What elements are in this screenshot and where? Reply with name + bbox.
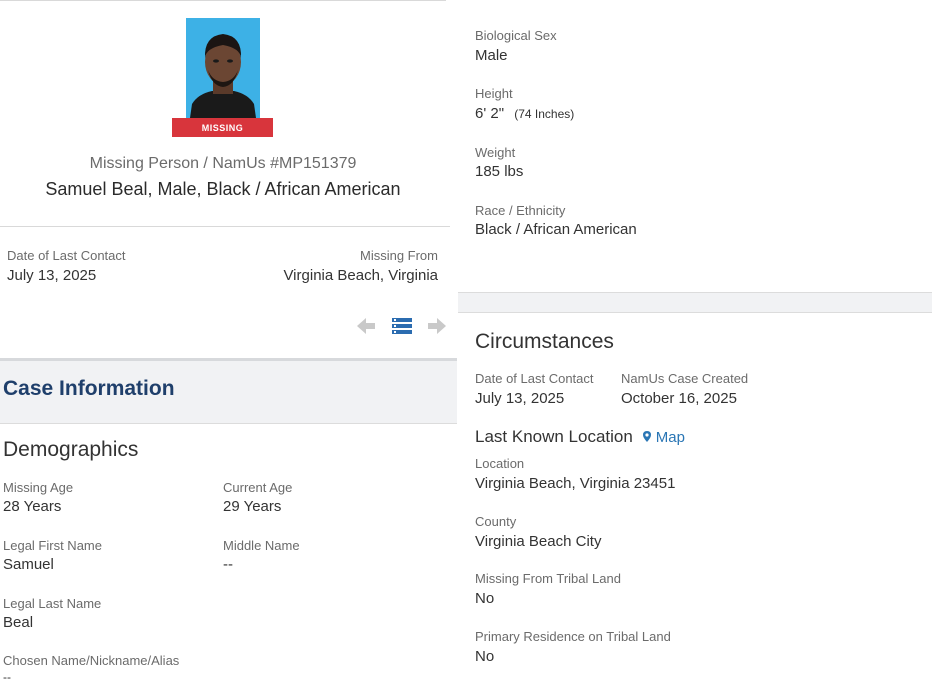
middle-name-value: -- [223,556,233,573]
profile-divider [0,226,450,227]
case-created-value: October 16, 2025 [621,390,737,407]
case-information-title: Case Information [3,377,175,400]
county-value: Virginia Beach City [475,533,602,550]
circumstances-title: Circumstances [475,330,614,353]
right-panel: Biological Sex Male Height 6' 2" (74 Inc… [458,0,932,685]
map-link-label[interactable]: Map [656,429,685,446]
missing-age-value: 28 Years [3,498,62,515]
county-label: County [475,514,517,529]
arrow-left-icon[interactable] [357,318,375,334]
missing-from-value: Virginia Beach, Virginia [283,267,438,284]
tribal-land-label: Missing From Tribal Land [475,571,621,586]
circ-last-contact-value: July 13, 2025 [475,390,565,407]
weight-value: 185 lbs [475,163,524,180]
section-gap [458,292,932,313]
weight-label: Weight [475,145,516,160]
person-summary: Samuel Beal, Male, Black / African Ameri… [45,179,401,199]
height-value: 6' 2" [475,105,505,122]
map-link[interactable]: Map [643,429,685,446]
alias-value: -- [3,670,11,684]
height-label: Height [475,86,513,101]
missing-age-label: Missing Age [3,480,74,495]
height-value-row: 6' 2" (74 Inches) [475,105,574,122]
sex-value: Male [475,47,508,64]
last-contact-label: Date of Last Contact [7,248,126,263]
last-known-location-title: Last Known Location [475,427,633,446]
last-contact-value: July 13, 2025 [7,267,97,284]
missing-from-label: Missing From [359,248,438,263]
case-information-header: Case Information [0,358,457,424]
missing-badge: MISSING [172,118,273,137]
race-label: Race / Ethnicity [475,203,566,218]
list-icon[interactable] [392,318,412,334]
current-age-value: 29 Years [223,498,282,515]
circ-last-contact-label: Date of Last Contact [475,371,594,386]
last-name-value: Beal [3,614,34,631]
record-navigation-svg [357,318,446,334]
person-photo [186,18,260,118]
demographics-title: Demographics [3,438,139,461]
residence-tribal-value: No [475,648,495,665]
current-age-label: Current Age [223,480,293,495]
alias-label: Chosen Name/Nickname/Alias [3,653,180,668]
first-name-value: Samuel [3,556,54,573]
race-value: Black / African American [475,221,637,238]
case-created-label: NamUs Case Created [621,371,749,386]
arrow-right-icon[interactable] [428,318,446,334]
location-label: Location [475,456,525,471]
top-divider [0,0,446,1]
left-panel: MISSING Missing Person / NamUs #MP151379… [0,0,457,685]
height-inches: (74 Inches) [514,107,575,121]
first-name-label: Legal First Name [3,538,102,553]
case-id: Missing Person / NamUs #MP151379 [89,155,357,172]
last-name-label: Legal Last Name [3,596,102,611]
last-known-location-row: Last Known Location Map [475,427,685,447]
location-value: Virginia Beach, Virginia 23451 [475,475,676,492]
record-navigation [356,316,448,343]
map-pin-icon [643,431,652,442]
sex-label: Biological Sex [475,28,557,43]
residence-tribal-label: Primary Residence on Tribal Land [475,629,671,644]
tribal-land-value: No [475,590,495,607]
person-photo-svg [186,18,260,118]
middle-name-label: Middle Name [223,538,300,553]
